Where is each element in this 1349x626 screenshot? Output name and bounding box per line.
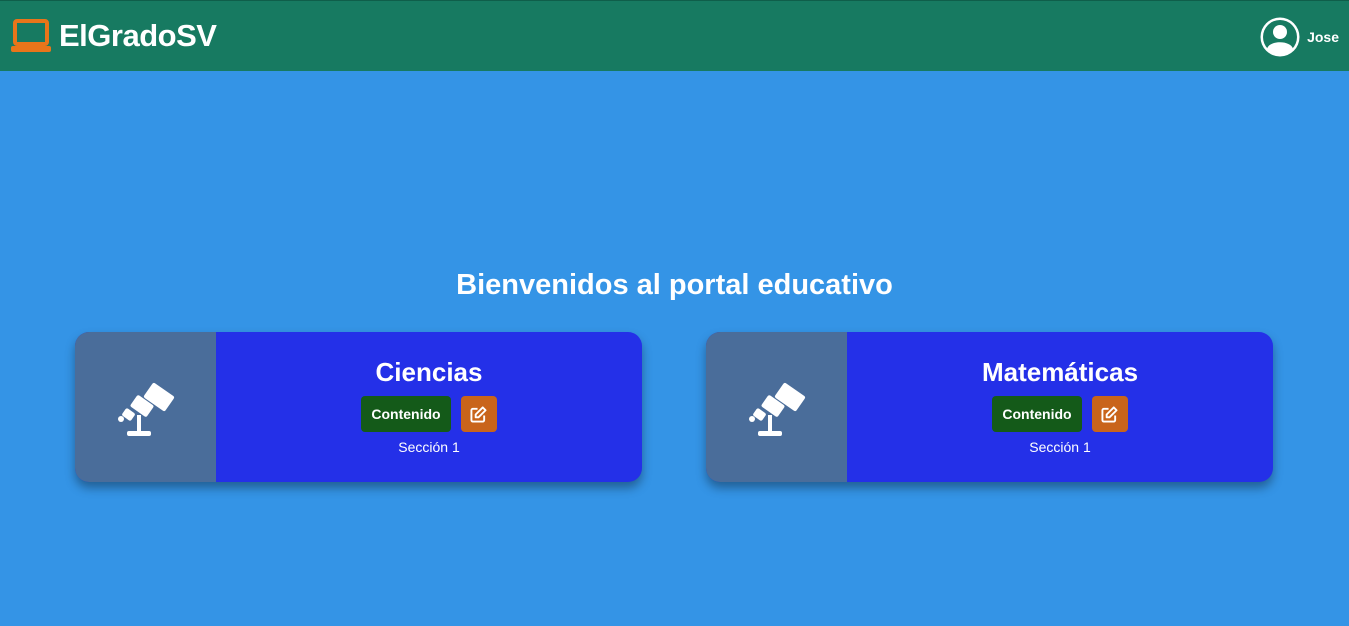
content-button[interactable]: Contenido bbox=[361, 396, 451, 432]
course-card-media bbox=[75, 332, 216, 482]
user-name: Jose bbox=[1307, 29, 1339, 45]
user-avatar-icon bbox=[1259, 16, 1301, 58]
edit-button[interactable] bbox=[460, 396, 497, 432]
user-menu[interactable]: Jose bbox=[1259, 16, 1339, 58]
course-card-media bbox=[706, 332, 847, 482]
telescope-icon bbox=[748, 382, 805, 436]
edit-icon bbox=[1101, 405, 1118, 423]
course-card: Ciencias Contenido Sección 1 bbox=[75, 332, 642, 482]
course-title: Matemáticas bbox=[981, 357, 1139, 387]
edit-icon bbox=[470, 405, 487, 423]
course-section: Sección 1 bbox=[1029, 439, 1091, 455]
course-card-body: Matemáticas Contenido Sección 1 bbox=[847, 332, 1273, 482]
edit-button[interactable] bbox=[1091, 396, 1128, 432]
telescope-icon bbox=[117, 382, 174, 436]
navbar: ElGradoSV Jose bbox=[0, 0, 1349, 71]
brand-link[interactable]: ElGradoSV bbox=[11, 17, 217, 55]
course-section: Sección 1 bbox=[398, 439, 460, 455]
course-card-body: Ciencias Contenido Sección 1 bbox=[216, 332, 642, 482]
course-card: Matemáticas Contenido Sección 1 bbox=[706, 332, 1273, 482]
course-actions: Contenido bbox=[361, 396, 497, 432]
course-title: Ciencias bbox=[375, 357, 483, 387]
content-button[interactable]: Contenido bbox=[992, 396, 1082, 432]
laptop-icon bbox=[11, 19, 51, 53]
welcome-heading: Bienvenidos al portal educativo bbox=[456, 269, 893, 301]
course-actions: Contenido bbox=[992, 396, 1128, 432]
brand-name: ElGradoSV bbox=[59, 18, 217, 53]
